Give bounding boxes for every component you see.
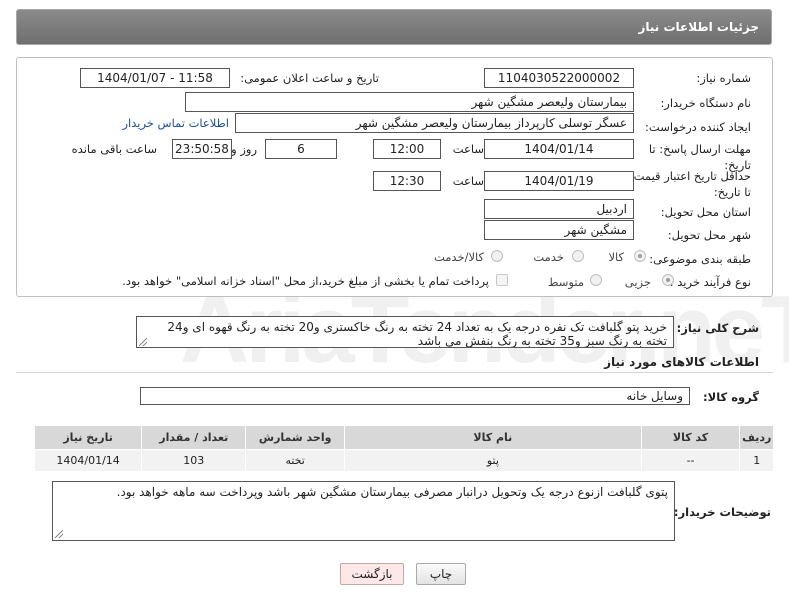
category-label: طبقه بندی موضوعی: (649, 252, 751, 266)
col-header-unit: واحد شمارش (245, 425, 346, 450)
remaining-label: ساعت باقی مانده (71, 142, 157, 156)
col-header-need-date: تاریخ نیاز (33, 425, 143, 450)
price-validity-label: حداقل تاریخ اعتبار قیمت: تا تاریخ: (629, 169, 751, 199)
col-header-item-code: کد کالا (640, 425, 741, 450)
validity-date-field: 1404/01/19 (484, 171, 634, 191)
province-field: اردبیل (484, 199, 634, 219)
requester-label: ایجاد کننده درخواست: (645, 120, 751, 134)
page-header: جزئیات اطلاعات نیاز (16, 9, 772, 45)
process-option-minor: جزیی (624, 275, 651, 289)
reply-time-field: 12:00 (373, 139, 441, 159)
goods-table-header: ردیف کد کالا نام کالا واحد شمارش تعداد /… (33, 425, 774, 450)
category-option-service: خدمت (533, 250, 564, 264)
remaining-time-field: 23:50:58 (172, 139, 232, 159)
cell-quantity: 103 (141, 449, 247, 472)
validity-time-field: 12:30 (373, 171, 441, 191)
col-header-item-name: نام کالا (344, 425, 642, 450)
cell-unit: تخته (245, 449, 346, 472)
goods-section-title: اطلاعات کالاهای مورد نیاز (604, 355, 759, 369)
process-radio-minor[interactable] (662, 274, 674, 286)
validity-time-label: ساعت (452, 174, 484, 188)
remaining-days-field: 6 (265, 139, 337, 159)
buyer-org-field: بیمارستان ولیعصر مشگین شهر (185, 92, 634, 112)
section-divider (16, 372, 773, 373)
requester-field: عسگر توسلی کارپرداز بیمارستان ولیعصر مشگ… (235, 113, 634, 133)
province-label: استان محل تحویل: (660, 205, 751, 219)
description-label: شرح کلی نیاز: (676, 321, 759, 335)
buyer-notes-textarea[interactable]: پتوی گلبافت ازنوع درجه یک وتحویل درانبار… (52, 481, 675, 541)
announce-field: 1404/01/07 - 11:58 (80, 68, 230, 88)
cell-row-number: 1 (739, 449, 774, 472)
need-number-label: شماره نیاز: (696, 71, 751, 85)
process-option-medium: متوسط (547, 275, 584, 289)
description-textarea[interactable]: خرید پتو گلبافت تک نفره درجه یک به تعداد… (136, 316, 674, 348)
goods-group-field: وسایل خانه (140, 387, 690, 405)
buyer-org-label: نام دستگاه خریدار: (660, 96, 751, 110)
cell-item-name: پتو (344, 449, 642, 472)
buyer-notes-text: پتوی گلبافت ازنوع درجه یک وتحویل درانبار… (116, 485, 668, 499)
category-option-goods: کالا (608, 250, 624, 264)
cell-item-code: -- (640, 449, 741, 472)
table-row: 1 -- پتو تخته 103 1404/01/14 (33, 449, 774, 472)
reply-time-label: ساعت (452, 142, 484, 156)
process-label: نوع فرآیند خرید : (669, 275, 751, 289)
page-title: جزئیات اطلاعات نیاز (638, 20, 759, 34)
category-radio-goods[interactable] (634, 250, 646, 262)
goods-group-label: گروه کالا: (703, 390, 759, 404)
treasury-payment-note: پرداخت تمام یا بخشی از مبلغ خرید،از محل … (122, 274, 489, 288)
print-button[interactable]: چاپ (416, 563, 466, 585)
resize-handle-icon[interactable] (55, 530, 63, 538)
description-text: خرید پتو گلبافت تک نفره درجه یک به تعداد… (167, 320, 667, 348)
announce-label: تاریخ و ساعت اعلان عمومی: (240, 71, 379, 85)
city-label: شهر محل تحویل: (667, 228, 751, 242)
goods-table: ردیف کد کالا نام کالا واحد شمارش تعداد /… (33, 425, 774, 472)
treasury-payment-checkbox[interactable] (496, 274, 508, 286)
back-button[interactable]: بازگشت (340, 563, 404, 585)
buyer-contact-link[interactable]: اطلاعات تماس خریدار (122, 116, 229, 130)
resize-handle-icon[interactable] (139, 338, 147, 346)
col-header-row-number: ردیف (739, 425, 774, 450)
city-field: مشگین شهر (484, 220, 634, 240)
need-number-field: 1104030522000002 (484, 68, 634, 88)
category-radio-goods-service[interactable] (491, 250, 503, 262)
cell-need-date: 1404/01/14 (33, 449, 143, 472)
category-radio-service[interactable] (572, 250, 584, 262)
process-radio-medium[interactable] (590, 274, 602, 286)
buyer-notes-label: توضیحات خریدار: (673, 505, 771, 519)
category-option-goods-service: کالا/خدمت (433, 250, 484, 264)
days-label: روز و (231, 142, 257, 156)
col-header-quantity: تعداد / مقدار (141, 425, 247, 450)
reply-date-field: 1404/01/14 (484, 139, 634, 159)
